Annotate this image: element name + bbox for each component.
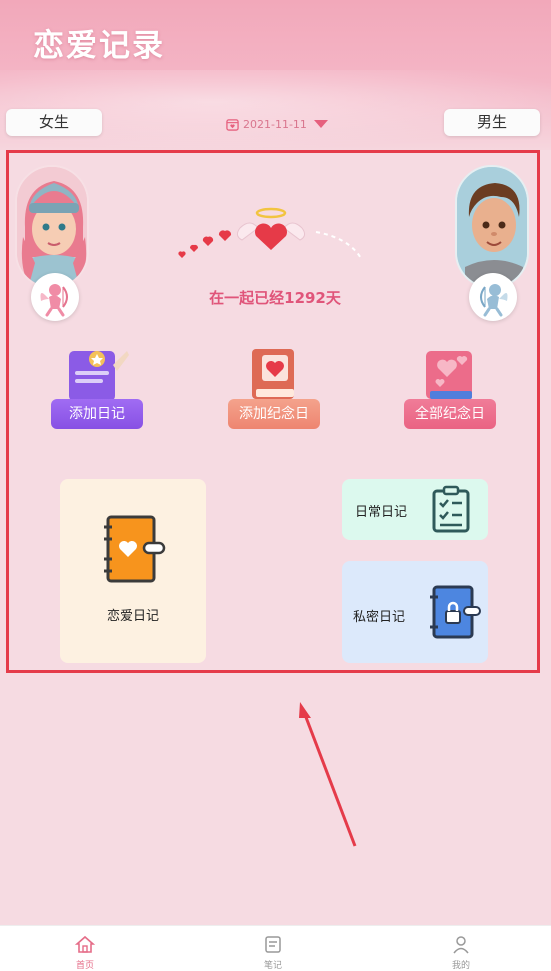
nav-notes-label: 笔记 <box>263 961 282 971</box>
nav-notes[interactable]: 笔记 <box>243 926 303 971</box>
daily-diary-label: 日常日记 <box>355 505 408 520</box>
all-anniversaries-button[interactable]: 全部纪念日 <box>404 345 496 439</box>
female-cupid-badge <box>31 273 79 321</box>
app-title: 恋爱记录 <box>33 28 165 64</box>
love-diary-icon <box>104 515 166 583</box>
secret-diary-label: 私密日记 <box>353 610 406 625</box>
boy-avatar-icon <box>457 167 527 287</box>
cupid-icon <box>480 284 508 317</box>
all-anniversaries-label: 全部纪念日 <box>404 399 496 429</box>
male-button[interactable]: 男生 <box>444 109 540 136</box>
anniversaries-book-icon <box>426 351 472 399</box>
love-diary-card[interactable]: 恋爱日记 <box>60 479 206 663</box>
lock-diary-icon <box>430 585 481 639</box>
checklist-icon <box>432 485 470 533</box>
nav-profile-label: 我的 <box>451 961 470 971</box>
add-anniversary-button[interactable]: 添加纪念日 <box>228 345 320 439</box>
calendar-icon <box>226 118 239 131</box>
home-icon <box>74 935 96 953</box>
notes-icon <box>265 936 281 953</box>
cupid-icon <box>40 284 68 317</box>
daily-diary-card[interactable]: 日常日记 <box>342 479 488 540</box>
days-together-text: 在一起已经1292天 <box>209 289 341 307</box>
date-selector[interactable]: 2021-11-11 <box>226 115 328 133</box>
anniversary-book-icon <box>252 349 294 399</box>
bottom-navigation: 首页 笔记 我的 <box>0 925 551 971</box>
girl-avatar-icon <box>17 167 87 287</box>
winged-heart-icon <box>178 207 363 261</box>
love-diary-label: 恋爱日记 <box>106 609 159 624</box>
female-avatar[interactable] <box>15 165 89 289</box>
nav-home-label: 首页 <box>75 961 94 971</box>
nav-home[interactable]: 首页 <box>55 926 115 971</box>
profile-icon <box>453 936 469 954</box>
add-diary-button[interactable]: 添加日记 <box>51 345 143 439</box>
nav-profile[interactable]: 我的 <box>431 926 491 971</box>
chevron-down-icon <box>313 120 328 128</box>
diary-add-icon <box>69 351 129 401</box>
date-text: 2021-11-11 <box>243 117 307 131</box>
male-cupid-badge <box>469 273 517 321</box>
add-diary-label: 添加日记 <box>51 399 143 429</box>
female-button[interactable]: 女生 <box>6 109 102 136</box>
secret-diary-card[interactable]: 私密日记 <box>342 561 488 663</box>
annotation-arrow-icon <box>299 702 357 847</box>
add-anniversary-label: 添加纪念日 <box>228 399 320 429</box>
male-avatar[interactable] <box>455 165 529 289</box>
